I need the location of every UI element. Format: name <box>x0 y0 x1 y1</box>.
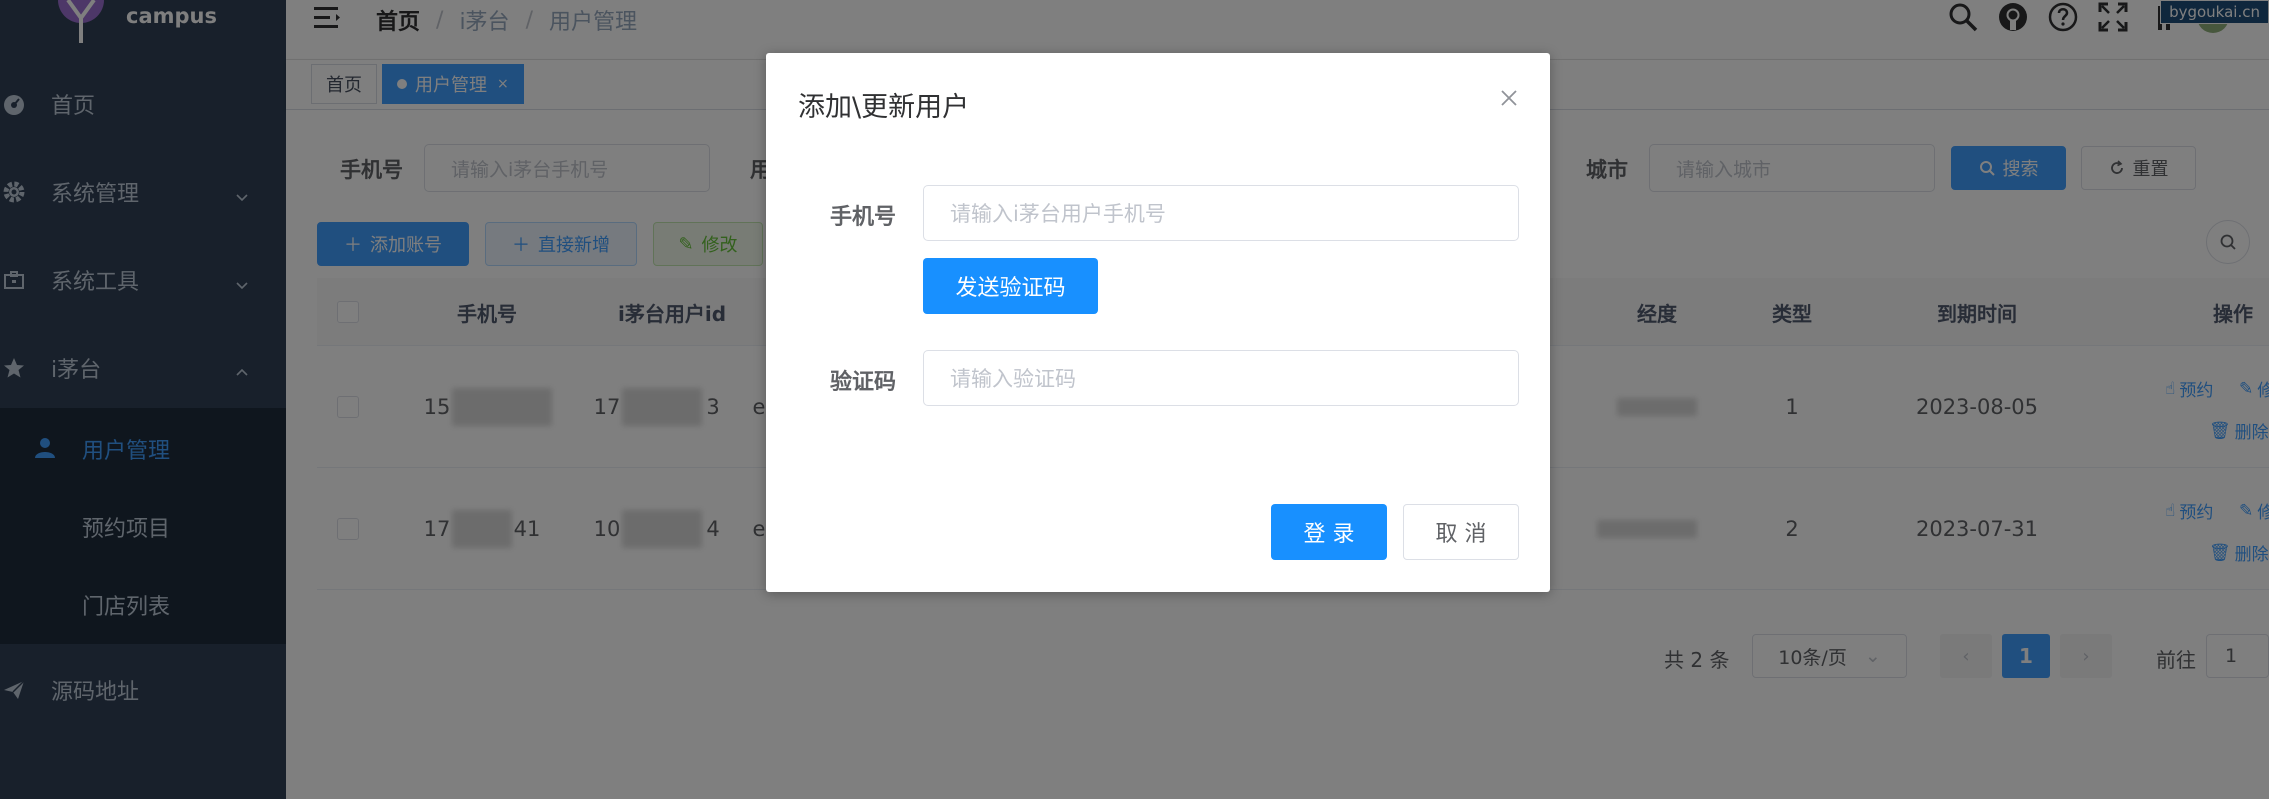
add-update-user-dialog: 添加\更新用户 手机号 请输入i茅台用户手机号 发送验证码 验证码 请输入验证码… <box>766 53 1550 592</box>
login-button[interactable]: 登 录 <box>1271 504 1387 560</box>
dialog-title: 添加\更新用户 <box>798 92 970 123</box>
cancel-button[interactable]: 取 消 <box>1403 504 1519 560</box>
close-icon[interactable] <box>1494 83 1524 113</box>
phone-field-label: 手机号 <box>829 205 896 230</box>
code-input[interactable]: 请输入验证码 <box>923 350 1519 406</box>
phone-input[interactable]: 请输入i茅台用户手机号 <box>923 185 1519 241</box>
send-code-button[interactable]: 发送验证码 <box>923 258 1098 314</box>
code-field-label: 验证码 <box>829 370 896 395</box>
